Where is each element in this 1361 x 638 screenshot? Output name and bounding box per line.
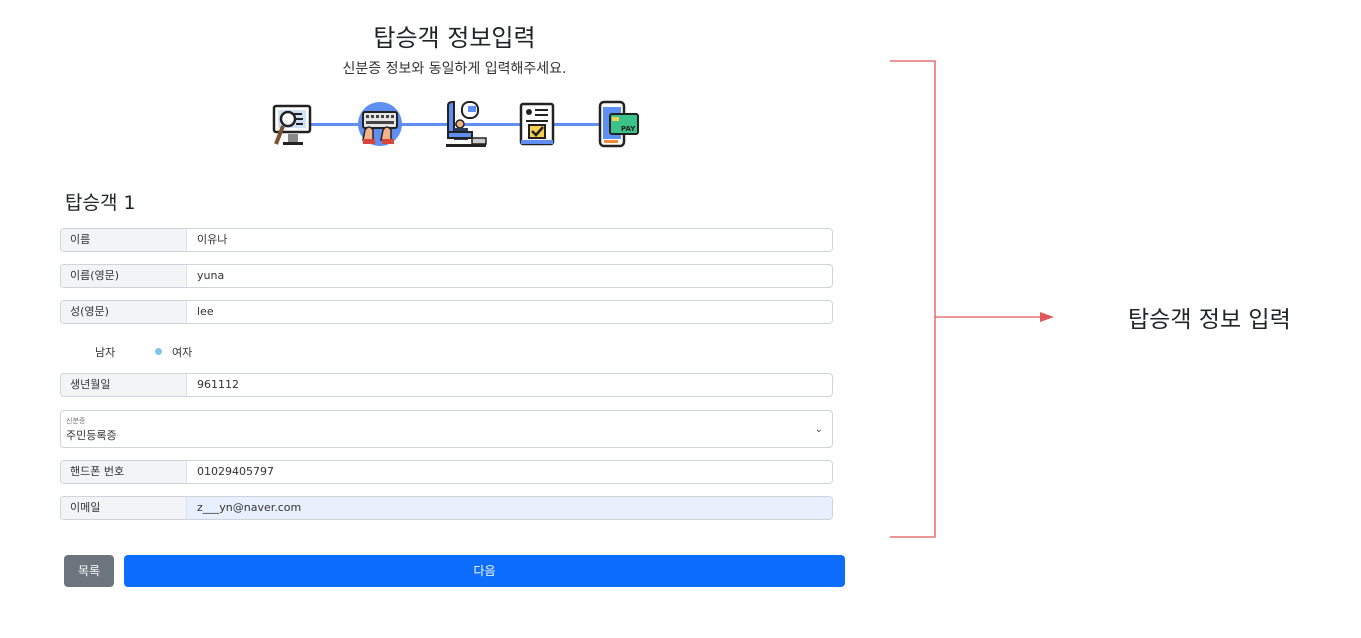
name-field[interactable]: 이름 이유나 [60, 228, 833, 252]
keyboard-typing-icon [357, 100, 402, 148]
surname-en-input[interactable]: lee [197, 301, 826, 323]
svg-text:PAY: PAY [621, 125, 636, 133]
annotation-bracket [890, 60, 1054, 538]
email-field[interactable]: 이메일 z___yn@naver.com [60, 496, 833, 520]
page-subtitle: 신분증 정보와 동일하게 입력해주세요. [342, 61, 567, 77]
name-en-input[interactable]: yuna [197, 265, 826, 287]
progress-steps: PAY [270, 100, 642, 150]
name-en-label: 이름(영문) [61, 265, 187, 287]
passenger-section-title: 탑승객 1 [65, 192, 136, 214]
next-button[interactable]: 다음 [124, 555, 845, 587]
id-type-select[interactable]: 신분증 주민등록증 ⌄ [60, 410, 833, 448]
name-input[interactable]: 이유나 [197, 229, 826, 251]
id-type-value: 주민등록증 [66, 429, 117, 442]
annotation-label: 탑승객 정보 입력 [1128, 307, 1291, 333]
phone-input[interactable]: 01029405797 [197, 461, 826, 483]
birth-field[interactable]: 생년월일 961112 [60, 373, 833, 397]
page-title: 탑승객 정보입력 [373, 24, 536, 52]
id-type-label: 신분증 [66, 417, 86, 425]
surname-en-field[interactable]: 성(영문) lee [60, 300, 833, 324]
surname-en-label: 성(영문) [61, 301, 187, 323]
phone-pay-icon: PAY [596, 100, 640, 148]
document-check-icon [517, 100, 561, 148]
name-label: 이름 [61, 229, 187, 251]
email-input[interactable]: z___yn@naver.com [197, 497, 826, 519]
gender-female-radio[interactable] [155, 348, 162, 355]
name-en-field[interactable]: 이름(영문) yuna [60, 264, 833, 288]
gender-female-option[interactable]: 여자 [172, 344, 192, 360]
list-button[interactable]: 목록 [64, 555, 114, 587]
screen-search-icon [270, 100, 314, 148]
birth-input[interactable]: 961112 [197, 374, 826, 396]
email-label: 이메일 [61, 497, 187, 519]
chevron-down-icon[interactable]: ⌄ [815, 424, 823, 435]
birth-label: 생년월일 [61, 374, 187, 396]
airplane-seat-icon [444, 100, 488, 148]
phone-field[interactable]: 핸드폰 번호 01029405797 [60, 460, 833, 484]
gender-male-option[interactable]: 남자 [95, 344, 115, 360]
phone-label: 핸드폰 번호 [61, 461, 187, 483]
